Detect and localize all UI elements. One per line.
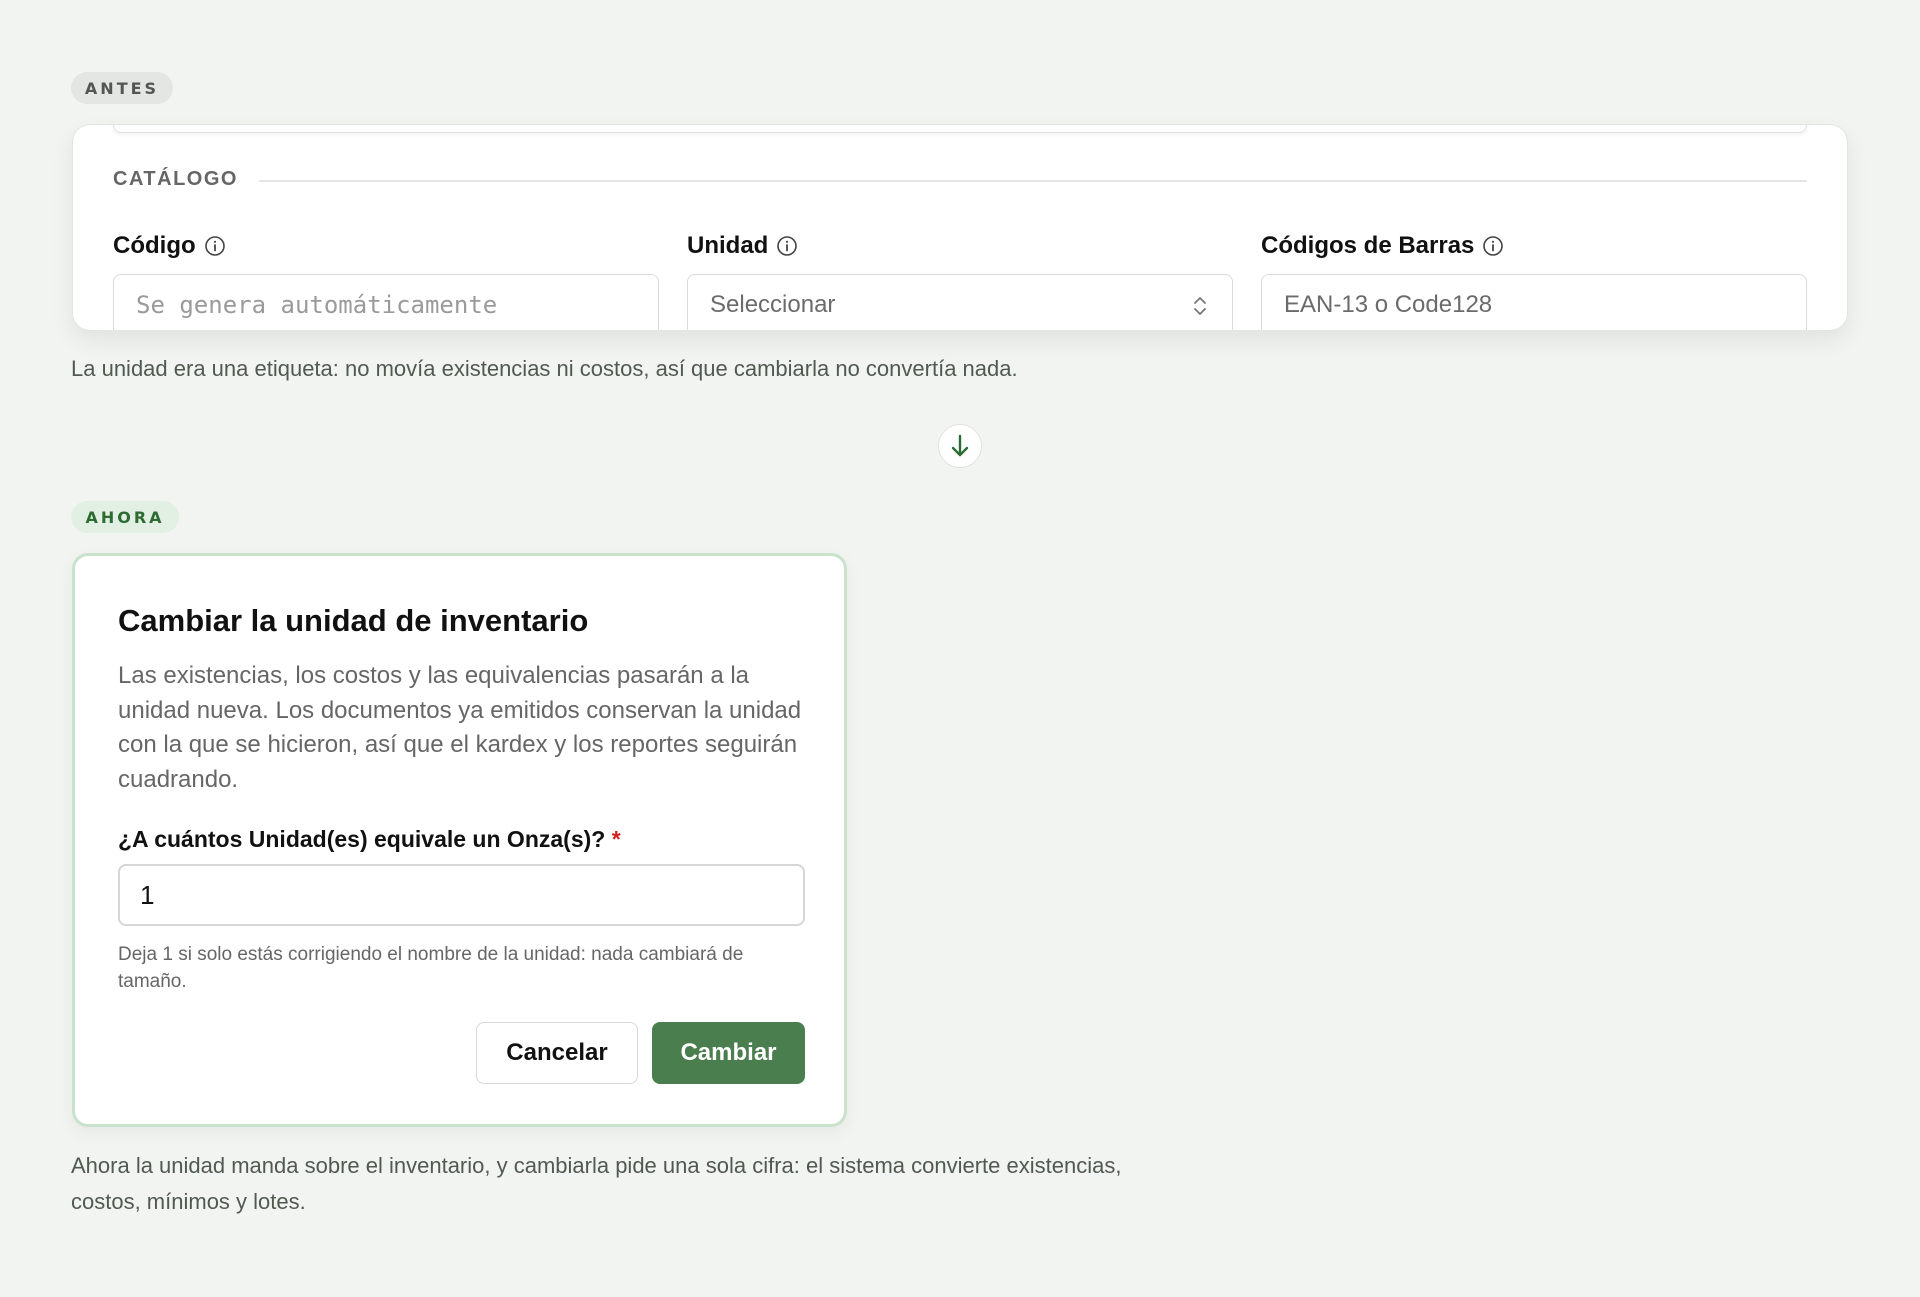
info-circle-icon[interactable] bbox=[1482, 235, 1504, 257]
barcodes-label: Códigos de Barras bbox=[1261, 230, 1807, 262]
card-top-strip bbox=[113, 125, 1807, 133]
barcodes-input[interactable]: EAN-13 o Code128 bbox=[1261, 274, 1807, 330]
barcodes-placeholder: EAN-13 o Code128 bbox=[1284, 291, 1493, 318]
unit-select-value: Seleccionar bbox=[710, 291, 836, 318]
conversion-factor-input[interactable] bbox=[118, 864, 805, 926]
change-unit-dialog: Cambiar la unidad de inventario Las exis… bbox=[72, 553, 847, 1127]
barcodes-label-text: Códigos de Barras bbox=[1261, 232, 1475, 259]
section-divider bbox=[259, 180, 1807, 182]
before-catalog-card: CATÁLOGO Código Se genera automáticament… bbox=[72, 124, 1848, 331]
code-field: Código Se genera automáticamente bbox=[113, 230, 659, 330]
cancel-button[interactable]: Cancelar bbox=[476, 1022, 638, 1084]
conversion-question-text: ¿A cuántos Unidad(es) equivale un Onza(s… bbox=[118, 826, 606, 852]
chevron-up-down-icon bbox=[1194, 297, 1206, 315]
section-title-catalog: CATÁLOGO bbox=[113, 168, 238, 190]
code-label-text: Código bbox=[113, 232, 196, 259]
before-note: La unidad era una etiqueta: no movía exi… bbox=[71, 356, 1018, 381]
unit-field: Unidad Seleccionar bbox=[687, 230, 1233, 330]
barcodes-field: Códigos de Barras EAN-13 o Code128 bbox=[1261, 230, 1807, 330]
info-circle-icon[interactable] bbox=[204, 235, 226, 257]
now-note: Ahora la unidad manda sobre el inventari… bbox=[71, 1153, 1122, 1214]
required-mark: * bbox=[611, 826, 621, 852]
conversion-help-text: Deja 1 si solo estás corrigiendo el nomb… bbox=[118, 944, 744, 992]
code-label: Código bbox=[113, 230, 659, 262]
arrow-down-icon bbox=[951, 434, 969, 457]
dialog-description: Las existencias, los costos y las equiva… bbox=[118, 662, 802, 793]
code-placeholder: Se genera automáticamente bbox=[136, 291, 498, 319]
conversion-question-label: ¿A cuántos Unidad(es) equivale un Onza(s… bbox=[118, 826, 621, 853]
change-button[interactable]: Cambiar bbox=[652, 1022, 805, 1084]
now-badge: AHORA bbox=[71, 501, 179, 533]
transition-arrow bbox=[938, 424, 982, 468]
unit-select[interactable]: Seleccionar bbox=[687, 274, 1233, 330]
unit-label: Unidad bbox=[687, 230, 1233, 262]
code-input[interactable]: Se genera automáticamente bbox=[113, 274, 659, 330]
dialog-title: Cambiar la unidad de inventario bbox=[118, 603, 589, 638]
info-circle-icon[interactable] bbox=[776, 235, 798, 257]
before-badge: ANTES bbox=[71, 72, 173, 104]
unit-label-text: Unidad bbox=[687, 232, 769, 259]
